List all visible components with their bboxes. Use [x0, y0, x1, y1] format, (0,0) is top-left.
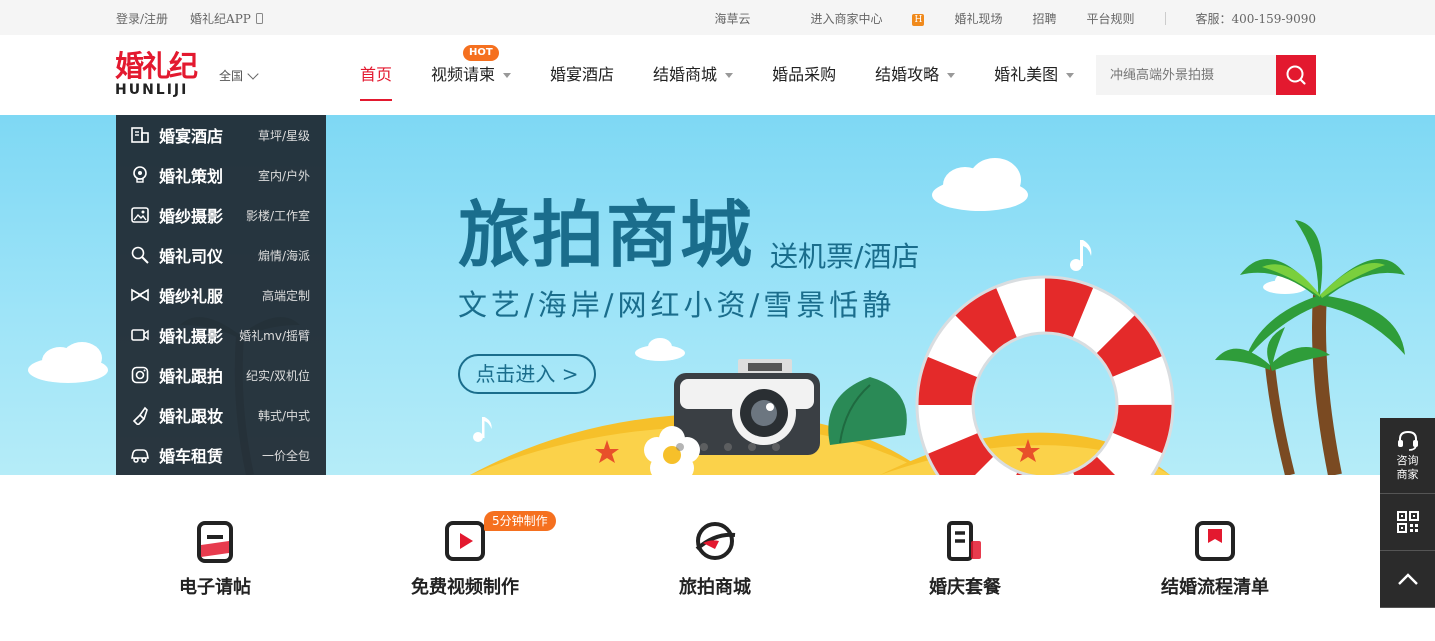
car-icon	[131, 449, 149, 463]
photo-icon	[131, 207, 149, 223]
hotel-icon	[131, 127, 149, 143]
chevron-down-icon	[247, 67, 259, 80]
back-to-top-button[interactable]	[1380, 551, 1435, 608]
invitation-icon	[197, 521, 233, 563]
top-bar: 登录/注册 婚礼纪APP 海草云 进入商家中心 H 婚礼现场 招聘 平台规则 客服…	[0, 0, 1435, 35]
consult-label: 咨询商家	[1396, 454, 1419, 481]
feature-wedding-checklist[interactable]: 结婚流程清单	[1090, 519, 1340, 599]
banner-subtitle: 送机票/酒店	[770, 240, 920, 273]
nav-wedding-mall[interactable]: 结婚商城	[653, 35, 734, 115]
search-input[interactable]	[1096, 55, 1276, 95]
feature-entries: 电子请帖 免费视频制作 5分钟制作 旅拍商城 婚庆套餐 结婚流程清单	[90, 475, 1340, 641]
package-icon	[947, 521, 981, 561]
category-item-host[interactable]: 婚礼司仪 煽情/海派	[116, 235, 326, 275]
category-item-follow-shoot[interactable]: 婚礼跟拍 纪实/双机位	[116, 355, 326, 395]
main-nav: 首页 视频请柬 HOT 婚宴酒店 结婚商城 婚品采购 结婚攻略 婚礼美图	[360, 35, 1113, 115]
carousel-dot[interactable]	[676, 443, 684, 451]
feature-free-video[interactable]: 免费视频制作 5分钟制作	[340, 511, 590, 599]
phone-icon	[255, 13, 263, 24]
caret-down-icon	[503, 72, 512, 78]
nav-wedding-gallery[interactable]: 婚礼美图	[994, 35, 1075, 115]
banner-enter-button[interactable]: 点击进入 >	[458, 354, 596, 394]
qrcode-button[interactable]	[1380, 494, 1435, 551]
search-box	[1096, 55, 1316, 95]
carousel-dot[interactable]	[724, 443, 732, 451]
carousel-dot[interactable]	[772, 443, 780, 451]
app-link[interactable]: 婚礼纪APP	[190, 10, 263, 27]
region-selector[interactable]: 全国	[219, 67, 259, 84]
bowtie-icon	[131, 288, 149, 302]
carousel-dot[interactable]	[700, 443, 708, 451]
lightbulb-icon	[133, 166, 147, 183]
divider	[1164, 12, 1166, 25]
nav-home[interactable]: 首页	[360, 35, 393, 115]
recruit-link[interactable]: 招聘	[1033, 10, 1057, 27]
category-item-videography[interactable]: 婚礼摄影 婚礼mv/摇臂	[116, 315, 326, 355]
feature-travel-mall[interactable]: 旅拍商城	[590, 519, 840, 599]
merchant-center-link[interactable]: 进入商家中心 H	[780, 10, 925, 27]
nav-video-invitation[interactable]: 视频请柬 HOT	[431, 35, 512, 115]
merchant-badge: H	[912, 14, 925, 26]
microphone-icon	[131, 246, 149, 264]
carousel-dot[interactable]	[748, 443, 756, 451]
nav-wedding-guide[interactable]: 结婚攻略	[875, 35, 956, 115]
search-button[interactable]	[1276, 55, 1316, 95]
search-icon	[1286, 65, 1306, 85]
carousel-dots	[676, 443, 780, 451]
category-item-planning[interactable]: 婚礼策划 室内/户外	[116, 155, 326, 195]
headset-icon	[1397, 430, 1418, 451]
nav-banquet-hotel[interactable]: 婚宴酒店	[550, 35, 614, 115]
caret-down-icon	[947, 72, 956, 78]
haicaoyun-link[interactable]: 海草云	[714, 10, 750, 27]
banner-title: 旅拍商城	[458, 193, 755, 277]
category-item-car[interactable]: 婚车租赁 一价全包	[116, 435, 326, 475]
feature-wedding-package[interactable]: 婚庆套餐	[840, 519, 1090, 599]
caret-down-icon	[725, 72, 734, 78]
hero-banner[interactable]: 婚宴酒店 草坪/星级 婚礼策划 室内/户外 婚纱摄影 影楼/工作室 婚礼司仪 煽情/海派…	[0, 115, 1435, 475]
caret-down-icon	[1066, 72, 1075, 78]
header: 婚礼纪 HUNLIJI 全国 首页 视频请柬 HOT 婚宴酒店 结婚商城 婚品采购…	[0, 35, 1435, 115]
category-item-photography[interactable]: 婚纱摄影 影楼/工作室	[116, 195, 326, 235]
floating-sidebar: 咨询商家	[1380, 418, 1435, 608]
logo-text: 婚礼纪	[115, 49, 198, 83]
category-item-makeup[interactable]: 婚礼跟妆 韩式/中式	[116, 395, 326, 435]
logo-en: HUNLIJI	[115, 82, 189, 98]
category-item-dress[interactable]: 婚纱礼服 高端定制	[116, 275, 326, 315]
logo[interactable]: 婚礼纪 HUNLIJI	[115, 50, 199, 100]
login-link[interactable]: 登录/注册	[116, 10, 168, 27]
rules-link[interactable]: 平台规则	[1087, 10, 1135, 27]
feature-e-invitation[interactable]: 电子请帖	[90, 519, 340, 599]
category-item-hotel[interactable]: 婚宴酒店 草坪/星级	[116, 115, 326, 155]
nav-wedding-supplies[interactable]: 婚品采购	[772, 35, 836, 115]
video-play-icon	[445, 521, 485, 561]
travel-planet-icon	[695, 522, 736, 560]
qrcode-icon	[1396, 511, 1419, 533]
service-phone: 客服：400-159-9090	[1195, 12, 1316, 26]
category-menu: 婚宴酒店 草坪/星级 婚礼策划 室内/户外 婚纱摄影 影楼/工作室 婚礼司仪 煽情/海派…	[116, 115, 326, 475]
video-camera-icon	[131, 329, 149, 341]
lipstick-icon	[132, 406, 148, 425]
chevron-up-icon	[1397, 573, 1418, 585]
feature-badge: 5分钟制作	[484, 511, 556, 531]
banner-tagline: 文艺/海岸/网红小资/雪景恬静	[458, 288, 896, 322]
consult-merchant-button[interactable]: 咨询商家	[1380, 418, 1435, 494]
instagram-icon	[131, 366, 149, 384]
checklist-icon	[1195, 521, 1235, 561]
wedding-scene-link[interactable]: 婚礼现场	[954, 10, 1002, 27]
hot-badge: HOT	[463, 45, 499, 61]
